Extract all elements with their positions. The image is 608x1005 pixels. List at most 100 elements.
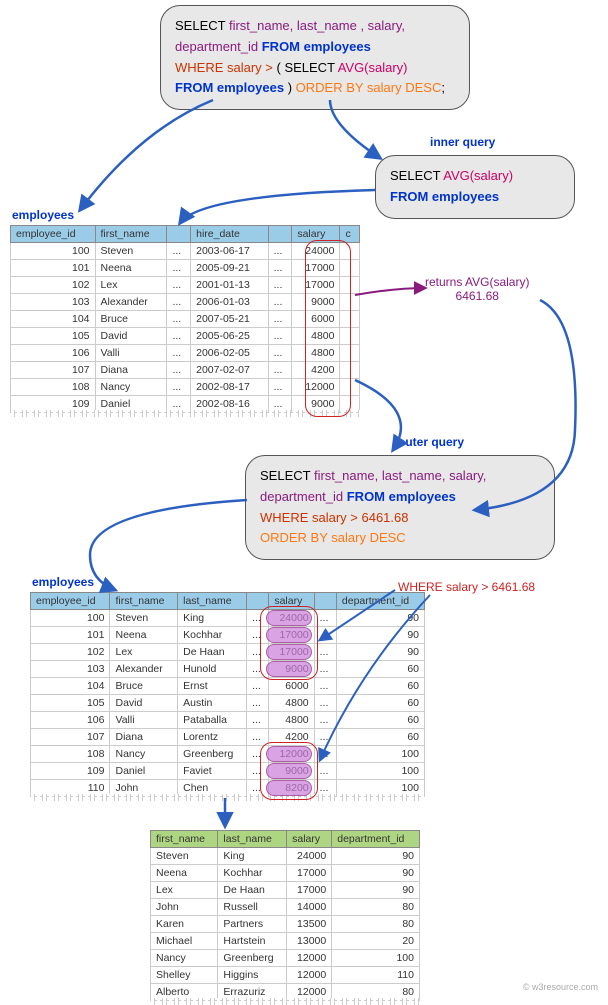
cell: Bruce bbox=[110, 678, 178, 695]
cell: ... bbox=[314, 712, 336, 729]
cell: ... bbox=[314, 695, 336, 712]
cell: Partners bbox=[218, 916, 287, 933]
cell: 14000 bbox=[287, 899, 332, 916]
cell: ... bbox=[167, 311, 191, 328]
cell: Alexander bbox=[95, 294, 167, 311]
cell: ... bbox=[268, 379, 292, 396]
table-row: NeenaKochhar1700090 bbox=[151, 865, 420, 882]
cell: 4800 bbox=[269, 695, 314, 712]
cell: ... bbox=[167, 396, 191, 413]
cell: 102 bbox=[31, 644, 110, 661]
employees-table-2: employee_idfirst_namelast_namesalarydepa… bbox=[30, 592, 425, 797]
table-row: ShelleyHiggins12000110 bbox=[151, 967, 420, 984]
cell: 9000 bbox=[292, 396, 340, 413]
cell bbox=[340, 396, 360, 413]
cell: ... bbox=[247, 729, 269, 746]
sql-sub-from: FROM employees bbox=[175, 80, 288, 95]
returns-text: returns AVG(salary) bbox=[425, 275, 529, 289]
cell: Diana bbox=[110, 729, 178, 746]
table-row: 101NeenaKochhar...17000...90 bbox=[31, 627, 425, 644]
cell: Lorentz bbox=[178, 729, 247, 746]
cell: Daniel bbox=[110, 763, 178, 780]
cell: Lex bbox=[95, 277, 167, 294]
table-row: 103AlexanderHunold...9000...60 bbox=[31, 661, 425, 678]
cell: Austin bbox=[178, 695, 247, 712]
cell: 90 bbox=[336, 610, 424, 627]
cell: 2007-02-07 bbox=[191, 362, 269, 379]
cell: 100 bbox=[332, 950, 420, 967]
footer-credit: © w3resource.com bbox=[523, 982, 598, 992]
cell: ... bbox=[247, 763, 269, 780]
cell: Neena bbox=[151, 865, 218, 882]
cell: 17000 bbox=[287, 865, 332, 882]
cell: 12000 bbox=[292, 379, 340, 396]
cell: Valli bbox=[110, 712, 178, 729]
cell: Daniel bbox=[95, 396, 167, 413]
outer-query-bubble: SELECT first_name, last_name, salary, de… bbox=[245, 455, 555, 560]
cell: 105 bbox=[31, 695, 110, 712]
iq-from: FROM employees bbox=[390, 189, 499, 204]
table-row: 110JohnChen...8200...100 bbox=[31, 780, 425, 797]
sql-orderby: ORDER BY salary DESC bbox=[296, 80, 442, 95]
cell: Alexander bbox=[110, 661, 178, 678]
cell: 24000 bbox=[287, 848, 332, 865]
oq-where: WHERE salary > 6461.68 bbox=[260, 510, 408, 525]
cell: Higgins bbox=[218, 967, 287, 984]
cell: Valli bbox=[95, 345, 167, 362]
cell: ... bbox=[167, 362, 191, 379]
sql-from: FROM employees bbox=[262, 39, 371, 54]
cell: 24000 bbox=[269, 610, 314, 627]
cell: 101 bbox=[11, 260, 96, 277]
cell: 90 bbox=[332, 848, 420, 865]
table2-label: employees bbox=[32, 575, 94, 589]
cell: ... bbox=[247, 627, 269, 644]
cell: ... bbox=[268, 260, 292, 277]
table-row: MichaelHartstein1300020 bbox=[151, 933, 420, 950]
cell: 4200 bbox=[292, 362, 340, 379]
cell: ... bbox=[247, 610, 269, 627]
cell: Steven bbox=[110, 610, 178, 627]
col-header: department_id bbox=[332, 831, 420, 848]
cell: 80 bbox=[332, 984, 420, 1001]
col-header bbox=[247, 593, 269, 610]
inner-query-bubble: SELECT AVG(salary) FROM employees bbox=[375, 155, 575, 219]
cell: 4800 bbox=[269, 712, 314, 729]
cell: ... bbox=[247, 695, 269, 712]
col-header: department_id bbox=[336, 593, 424, 610]
cell: ... bbox=[268, 311, 292, 328]
col-header bbox=[314, 593, 336, 610]
sql-where: WHERE salary > bbox=[175, 60, 277, 75]
cell: 17000 bbox=[292, 277, 340, 294]
oq-select: SELECT bbox=[260, 468, 314, 483]
cell: Shelley bbox=[151, 967, 218, 984]
cell: 9000 bbox=[292, 294, 340, 311]
table-row: 104Bruce...2007-05-21...6000 bbox=[11, 311, 360, 328]
cell: ... bbox=[167, 243, 191, 260]
cell: ... bbox=[247, 644, 269, 661]
cell: ... bbox=[314, 644, 336, 661]
cell: Bruce bbox=[95, 311, 167, 328]
table-row: AlbertoErrazuriz1200080 bbox=[151, 984, 420, 1001]
cell: Neena bbox=[95, 260, 167, 277]
table-row: 103Alexander...2006-01-03...9000 bbox=[11, 294, 360, 311]
table-row: 109Daniel...2002-08-16...9000 bbox=[11, 396, 360, 413]
oq-from: FROM employees bbox=[347, 489, 456, 504]
cell: 9000 bbox=[269, 661, 314, 678]
cell: Neena bbox=[110, 627, 178, 644]
cell: 80 bbox=[332, 899, 420, 916]
cell: 4800 bbox=[292, 345, 340, 362]
col-header: first_name bbox=[151, 831, 218, 848]
cell: ... bbox=[314, 763, 336, 780]
cell: 106 bbox=[11, 345, 96, 362]
oq-orderby: ORDER BY salary DESC bbox=[260, 530, 406, 545]
cell: Nancy bbox=[110, 746, 178, 763]
cell: 101 bbox=[31, 627, 110, 644]
table-row: 107Diana...2007-02-07...4200 bbox=[11, 362, 360, 379]
table-row: 104BruceErnst...6000...60 bbox=[31, 678, 425, 695]
cell: 13000 bbox=[287, 933, 332, 950]
col-header: employee_id bbox=[31, 593, 110, 610]
cell: 13500 bbox=[287, 916, 332, 933]
cell: 20 bbox=[332, 933, 420, 950]
cell: King bbox=[178, 610, 247, 627]
cell bbox=[340, 311, 360, 328]
